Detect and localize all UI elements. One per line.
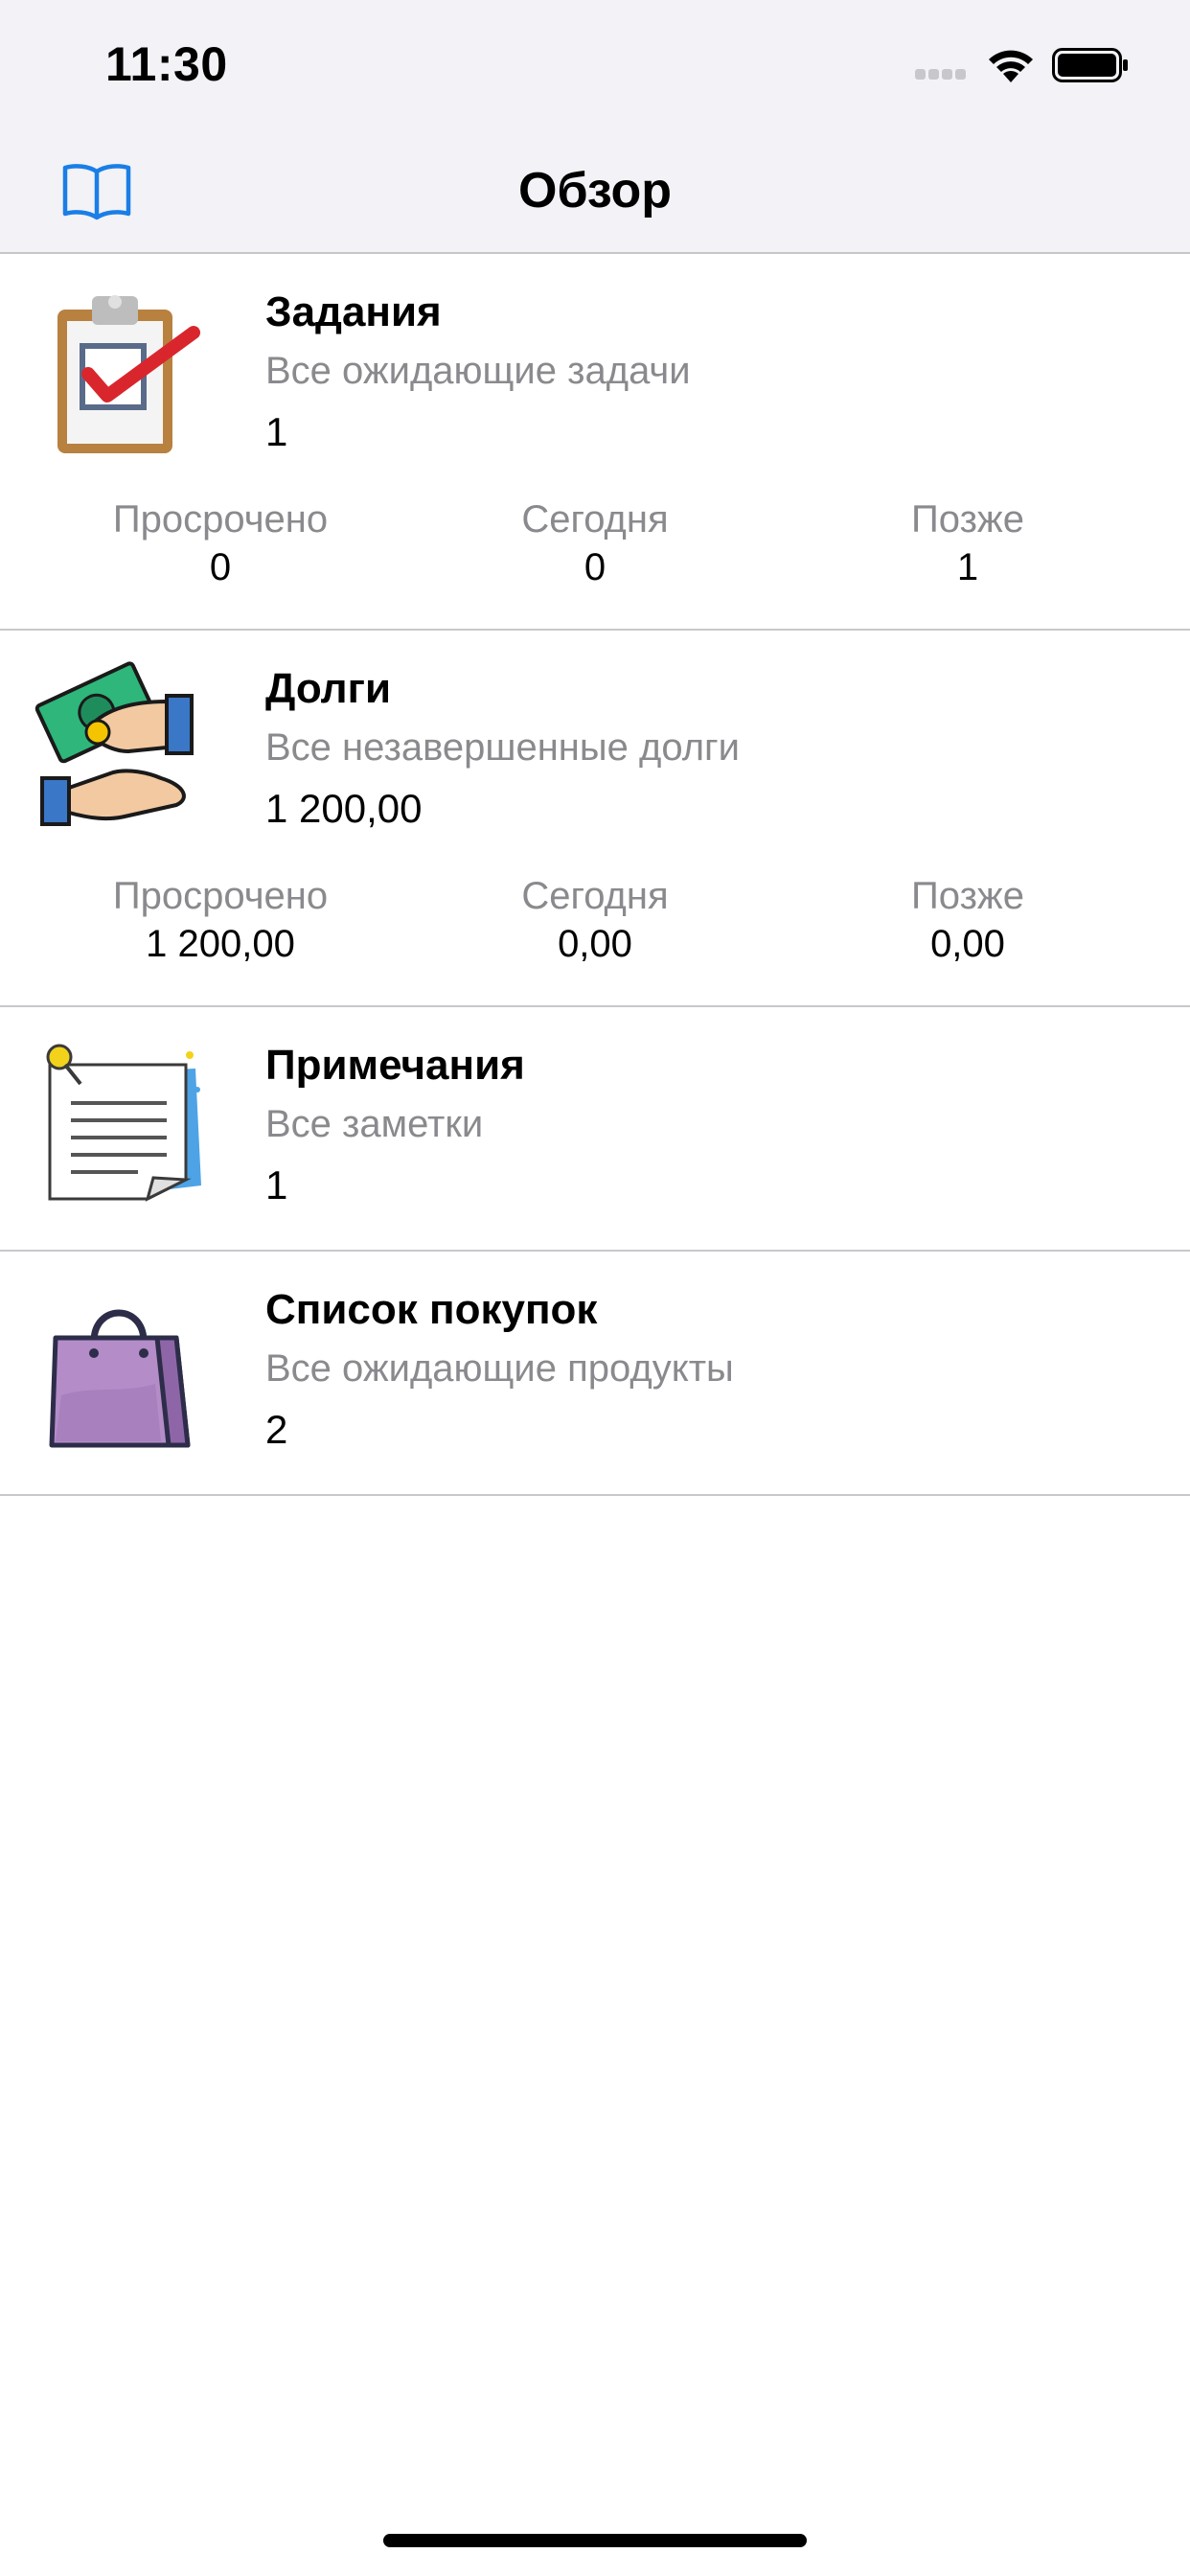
stat-label: Позже: [911, 498, 1024, 540]
page-title: Обзор: [518, 163, 672, 218]
card-count: 1: [265, 409, 288, 454]
card-amount: 1 200,00: [265, 786, 423, 831]
card-title: Примечания: [265, 1042, 525, 1089]
card-subtitle: Все ожидающие задачи: [265, 350, 691, 392]
status-time: 11:30: [105, 37, 228, 91]
stat-today: Сегодня 0: [423, 495, 767, 591]
card-subtitle: Все ожидающие продукты: [265, 1347, 734, 1390]
money-hands-icon: [34, 661, 194, 826]
stat-today: Сегодня 0,00: [423, 872, 767, 968]
card-count: 2: [265, 1407, 288, 1452]
stat-label: Просрочено: [112, 875, 329, 917]
stat-later: Позже 1: [795, 495, 1140, 591]
wifi-icon: [989, 50, 1033, 82]
battery-icon: [1052, 48, 1128, 82]
notes-card[interactable]: Примечания Все заметки 1: [0, 1007, 1190, 1252]
shopping-list-card[interactable]: Список покупок Все ожидающие продукты 2: [0, 1252, 1190, 1496]
card-subtitle: Все заметки: [265, 1103, 484, 1145]
stat-value: 1: [956, 546, 979, 588]
stat-label: Сегодня: [521, 498, 669, 540]
stat-value: 0,00: [558, 923, 632, 965]
home-indicator[interactable]: [383, 2534, 807, 2547]
stat-value: 0,00: [930, 923, 1005, 965]
card-title: Задания: [265, 288, 442, 335]
top-area: 11:30 Обзор: [0, 0, 1190, 254]
clipboard-check-icon: [57, 295, 200, 453]
stat-overdue: Просрочено 1 200,00: [48, 872, 393, 968]
stat-value: 0: [209, 546, 232, 588]
cellular-signal-icon: [915, 67, 973, 80]
stat-later: Позже 0,00: [795, 872, 1140, 968]
overview-list: Задания Все ожидающие задачи 1 Просрочен…: [0, 254, 1190, 1496]
tasks-card[interactable]: Задания Все ожидающие задачи 1 Просрочен…: [0, 254, 1190, 631]
stat-label: Позже: [911, 875, 1024, 917]
debts-card[interactable]: Долги Все незавершенные долги 1 200,00 П…: [0, 631, 1190, 1007]
card-title: Долги: [265, 665, 391, 712]
card-subtitle: Все незавершенные долги: [265, 726, 740, 769]
stat-overdue: Просрочено 0: [48, 495, 393, 591]
card-count: 1: [265, 1162, 288, 1208]
stat-label: Сегодня: [521, 875, 669, 917]
status-bar: 11:30: [0, 0, 1190, 129]
stat-value: 0: [584, 546, 606, 588]
shopping-bag-icon: [49, 1309, 191, 1448]
card-title: Список покупок: [265, 1286, 598, 1333]
stat-label: Просрочено: [112, 498, 329, 540]
stat-value: 1 200,00: [146, 923, 295, 965]
navigation-bar: Обзор: [0, 129, 1190, 254]
note-pin-icon: [46, 1044, 201, 1202]
stats-row: Просрочено 1 200,00 Сегодня 0,00 Позже 0…: [0, 872, 1190, 978]
stats-row: Просрочено 0 Сегодня 0 Позже 1: [0, 495, 1190, 601]
